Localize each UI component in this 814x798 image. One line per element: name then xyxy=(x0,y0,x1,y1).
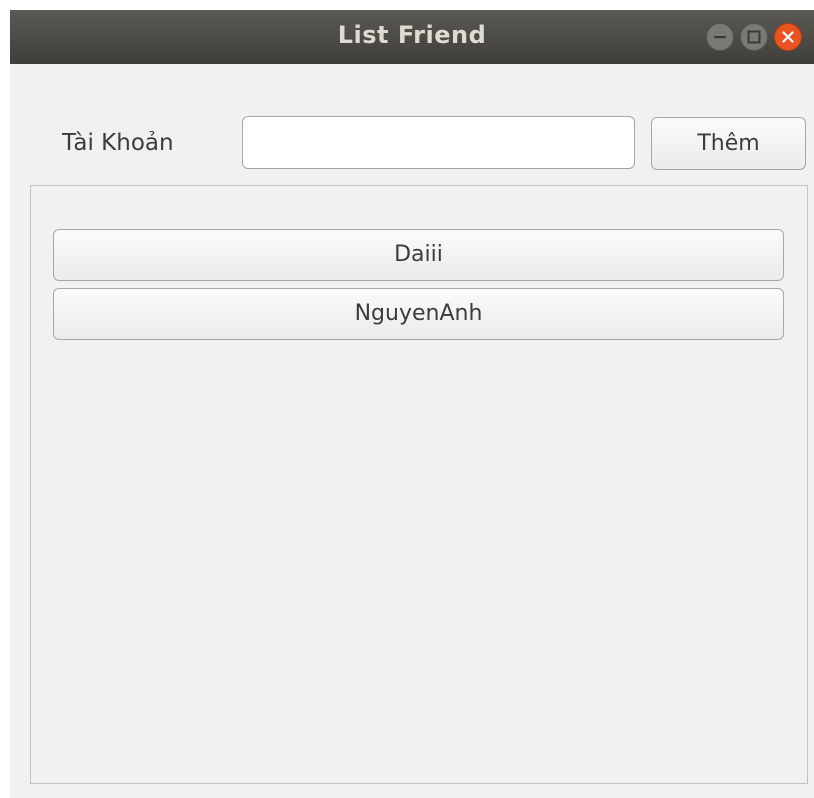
close-button[interactable] xyxy=(774,23,802,51)
maximize-button[interactable] xyxy=(740,23,768,51)
window-title: List Friend xyxy=(337,21,487,49)
friend-item-button[interactable]: NguyenAnh xyxy=(53,288,784,340)
maximize-icon xyxy=(747,30,761,44)
app-window: List Friend Tài Khoản Thêm Daiii NguyenA… xyxy=(10,10,814,798)
account-input[interactable] xyxy=(242,116,635,169)
minimize-button[interactable] xyxy=(706,23,734,51)
title-bar[interactable]: List Friend xyxy=(10,10,814,64)
friend-item-button[interactable]: Daiii xyxy=(53,229,784,281)
friend-list: Daiii NguyenAnh xyxy=(30,185,808,784)
minimize-icon xyxy=(714,36,726,39)
close-icon xyxy=(782,31,794,43)
account-label: Tài Khoản xyxy=(62,130,174,156)
add-friend-button[interactable]: Thêm xyxy=(651,117,806,170)
